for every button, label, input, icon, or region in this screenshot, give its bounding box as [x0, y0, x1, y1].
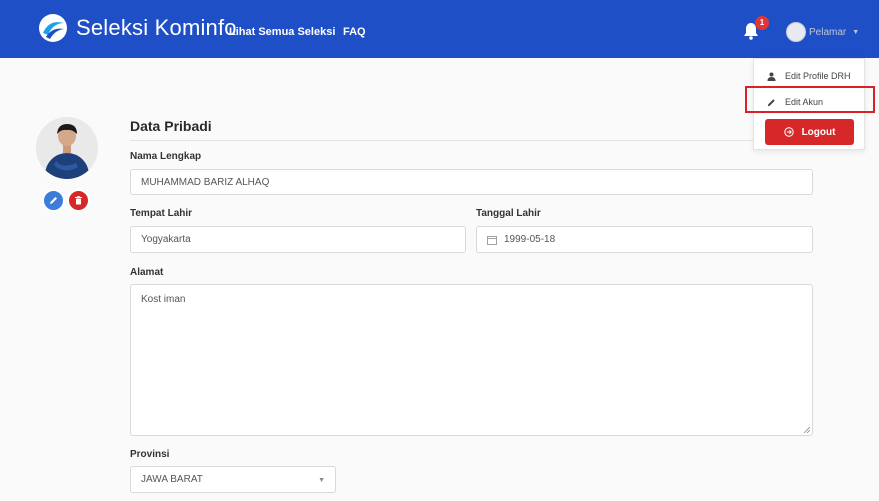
nav-faq[interactable]: FAQ: [343, 26, 366, 38]
section-divider: [130, 140, 813, 141]
brand[interactable]: Seleksi Kominfo: [38, 13, 237, 43]
alamat-value: Kost iman: [141, 294, 186, 305]
top-navbar: Seleksi Kominfo Lihat Semua Seleksi FAQ …: [0, 0, 879, 58]
chevron-down-icon: ▼: [852, 28, 860, 36]
menu-item-edit-profile-drh[interactable]: Edit Profile DRH: [754, 65, 864, 87]
highlight-box: [745, 86, 875, 113]
kominfo-logo: [39, 14, 67, 42]
provinsi-select[interactable]: JAWA BARAT ▼: [130, 466, 336, 493]
nama-lengkap-input[interactable]: MUHAMMAD BARIZ ALHAQ: [130, 169, 813, 195]
provinsi-label: Provinsi: [130, 449, 170, 460]
logout-label: Logout: [801, 126, 836, 138]
user-avatar: [786, 22, 806, 42]
user-icon: [767, 72, 776, 81]
chevron-down-icon: ▼: [318, 477, 325, 484]
edit-photo-button[interactable]: [42, 189, 65, 212]
person-photo-icon: [36, 117, 98, 179]
trash-icon: [75, 196, 82, 205]
tanggal-lahir-label: Tanggal Lahir: [476, 208, 541, 219]
nama-label: Nama Lengkap: [130, 151, 202, 162]
tanggal-lahir-value: 1999-05-18: [504, 234, 556, 245]
logout-icon: [783, 127, 794, 137]
brand-title: Seleksi Kominfo: [76, 15, 237, 40]
alamat-label: Alamat: [130, 267, 164, 278]
user-name: Pelamar: [809, 26, 847, 38]
user-menu-toggle[interactable]: Pelamar ▼: [786, 22, 859, 42]
menu-item-label: Edit Profile DRH: [785, 71, 851, 81]
tempat-lahir-input[interactable]: Yogyakarta: [130, 226, 466, 253]
resize-handle-icon[interactable]: [803, 426, 810, 433]
tempat-lahir-value: Yogyakarta: [141, 234, 191, 245]
tanggal-lahir-input[interactable]: 1999-05-18: [476, 226, 813, 253]
provinsi-value: JAWA BARAT: [141, 474, 203, 485]
nav-lihat-semua-seleksi[interactable]: Lihat Semua Seleksi: [229, 26, 335, 38]
logout-button[interactable]: Logout: [765, 119, 854, 145]
section-title: Data Pribadi: [130, 118, 212, 134]
pencil-icon: [50, 197, 57, 204]
nama-lengkap-value: MUHAMMAD BARIZ ALHAQ: [141, 176, 270, 188]
profile-photo: [36, 117, 98, 179]
notification-badge: 1: [755, 16, 769, 30]
alamat-textarea[interactable]: Kost iman: [130, 284, 813, 436]
tempat-lahir-label: Tempat Lahir: [130, 208, 193, 219]
delete-photo-button[interactable]: [67, 189, 90, 212]
calendar-icon: [487, 235, 497, 245]
